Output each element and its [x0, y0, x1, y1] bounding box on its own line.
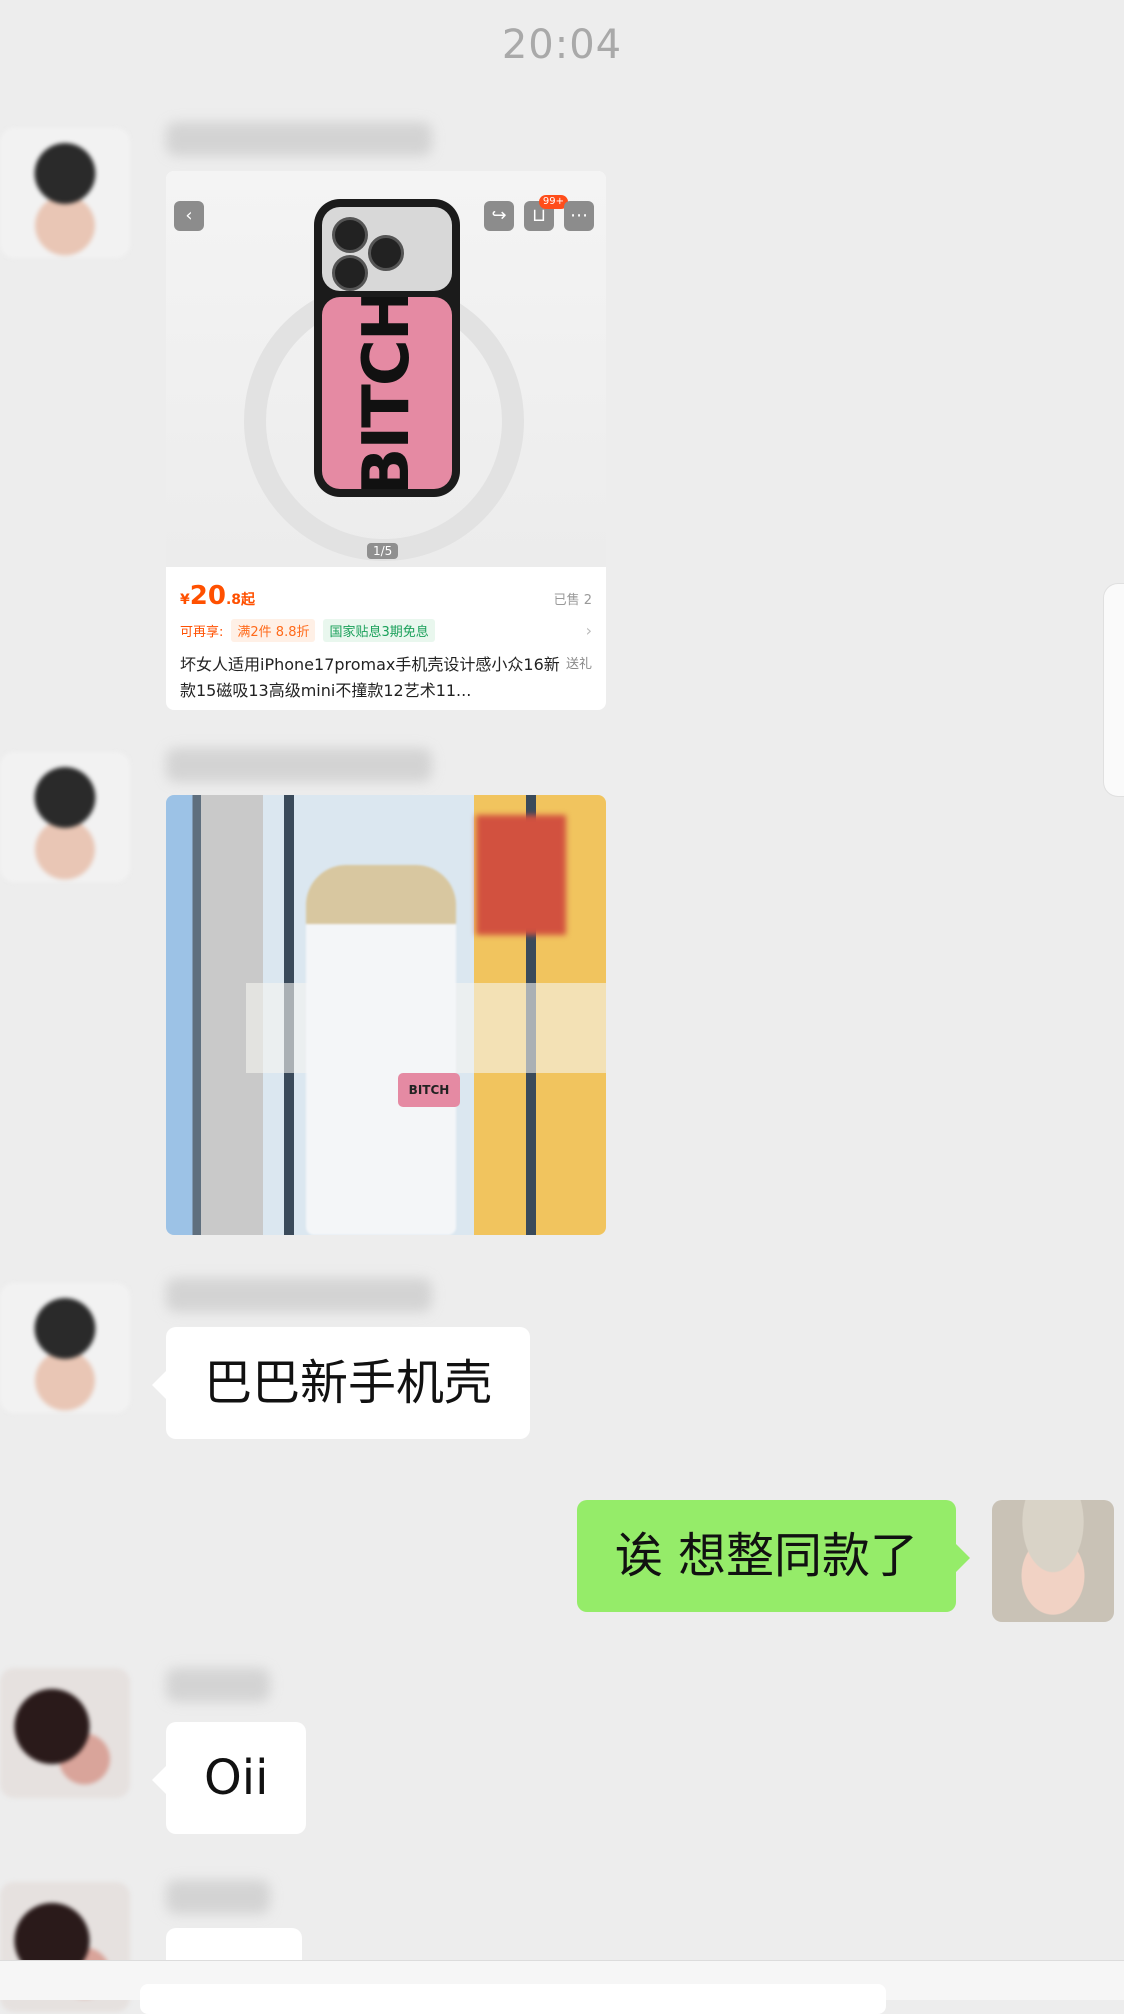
share-icon[interactable]: ↪	[484, 201, 514, 231]
chevron-right-icon[interactable]: ›	[586, 621, 592, 640]
subsidy-tag: 国家贴息3期免息	[323, 619, 435, 642]
contact-avatar[interactable]	[0, 128, 130, 258]
person-figure	[306, 865, 456, 1235]
camera-module	[322, 207, 452, 291]
chat-photo[interactable]: BITCH	[166, 795, 606, 1235]
sender-name-blurred	[166, 122, 432, 156]
contact-avatar[interactable]	[0, 1283, 130, 1413]
message-bubble[interactable]: Oii	[151, 1722, 307, 1834]
more-icon[interactable]: ⋯	[564, 201, 594, 231]
case-print: BITCH	[322, 297, 452, 489]
promo-label: 可再享:	[180, 625, 224, 640]
discount-tag: 满2件 8.8折	[231, 619, 316, 642]
contact-avatar[interactable]	[0, 1668, 130, 1798]
my-avatar[interactable]	[992, 1500, 1114, 1622]
chat-timestamp: 20:04	[501, 22, 623, 68]
side-drawer-handle[interactable]	[1104, 584, 1124, 796]
back-icon[interactable]: ‹	[174, 201, 204, 231]
phone-in-photo: BITCH	[398, 1073, 460, 1107]
message-input[interactable]	[140, 1984, 886, 2014]
phone-case-image: BITCH	[314, 199, 460, 497]
product-image[interactable]: BITCH ‹ ↪ ⊔ 99+ ⋯ 1/5	[166, 171, 606, 567]
message-bubble[interactable]: 巴巴新手机壳	[151, 1327, 531, 1439]
sold-count: 已售 2	[553, 593, 592, 608]
gift-label: 送礼	[565, 657, 592, 672]
contact-avatar[interactable]	[0, 752, 130, 882]
cart-icon[interactable]: ⊔ 99+	[524, 195, 568, 231]
product-price: ¥20.8起	[180, 581, 255, 611]
product-title: 送礼 坏女人适用iPhone17promax手机壳设计感小众16新款15磁吸13高…	[180, 652, 592, 704]
product-card[interactable]: BITCH ‹ ↪ ⊔ 99+ ⋯ 1/5 ¥20.8起 已售 2 可再享: 满2…	[166, 171, 606, 710]
sender-name-blurred	[166, 748, 432, 782]
sender-name-blurred	[166, 1668, 270, 1702]
image-pager: 1/5	[367, 543, 399, 559]
sender-name-blurred	[166, 1880, 270, 1914]
my-message-bubble[interactable]: 诶 想整同款了	[576, 1500, 971, 1612]
sender-name-blurred	[166, 1278, 432, 1312]
